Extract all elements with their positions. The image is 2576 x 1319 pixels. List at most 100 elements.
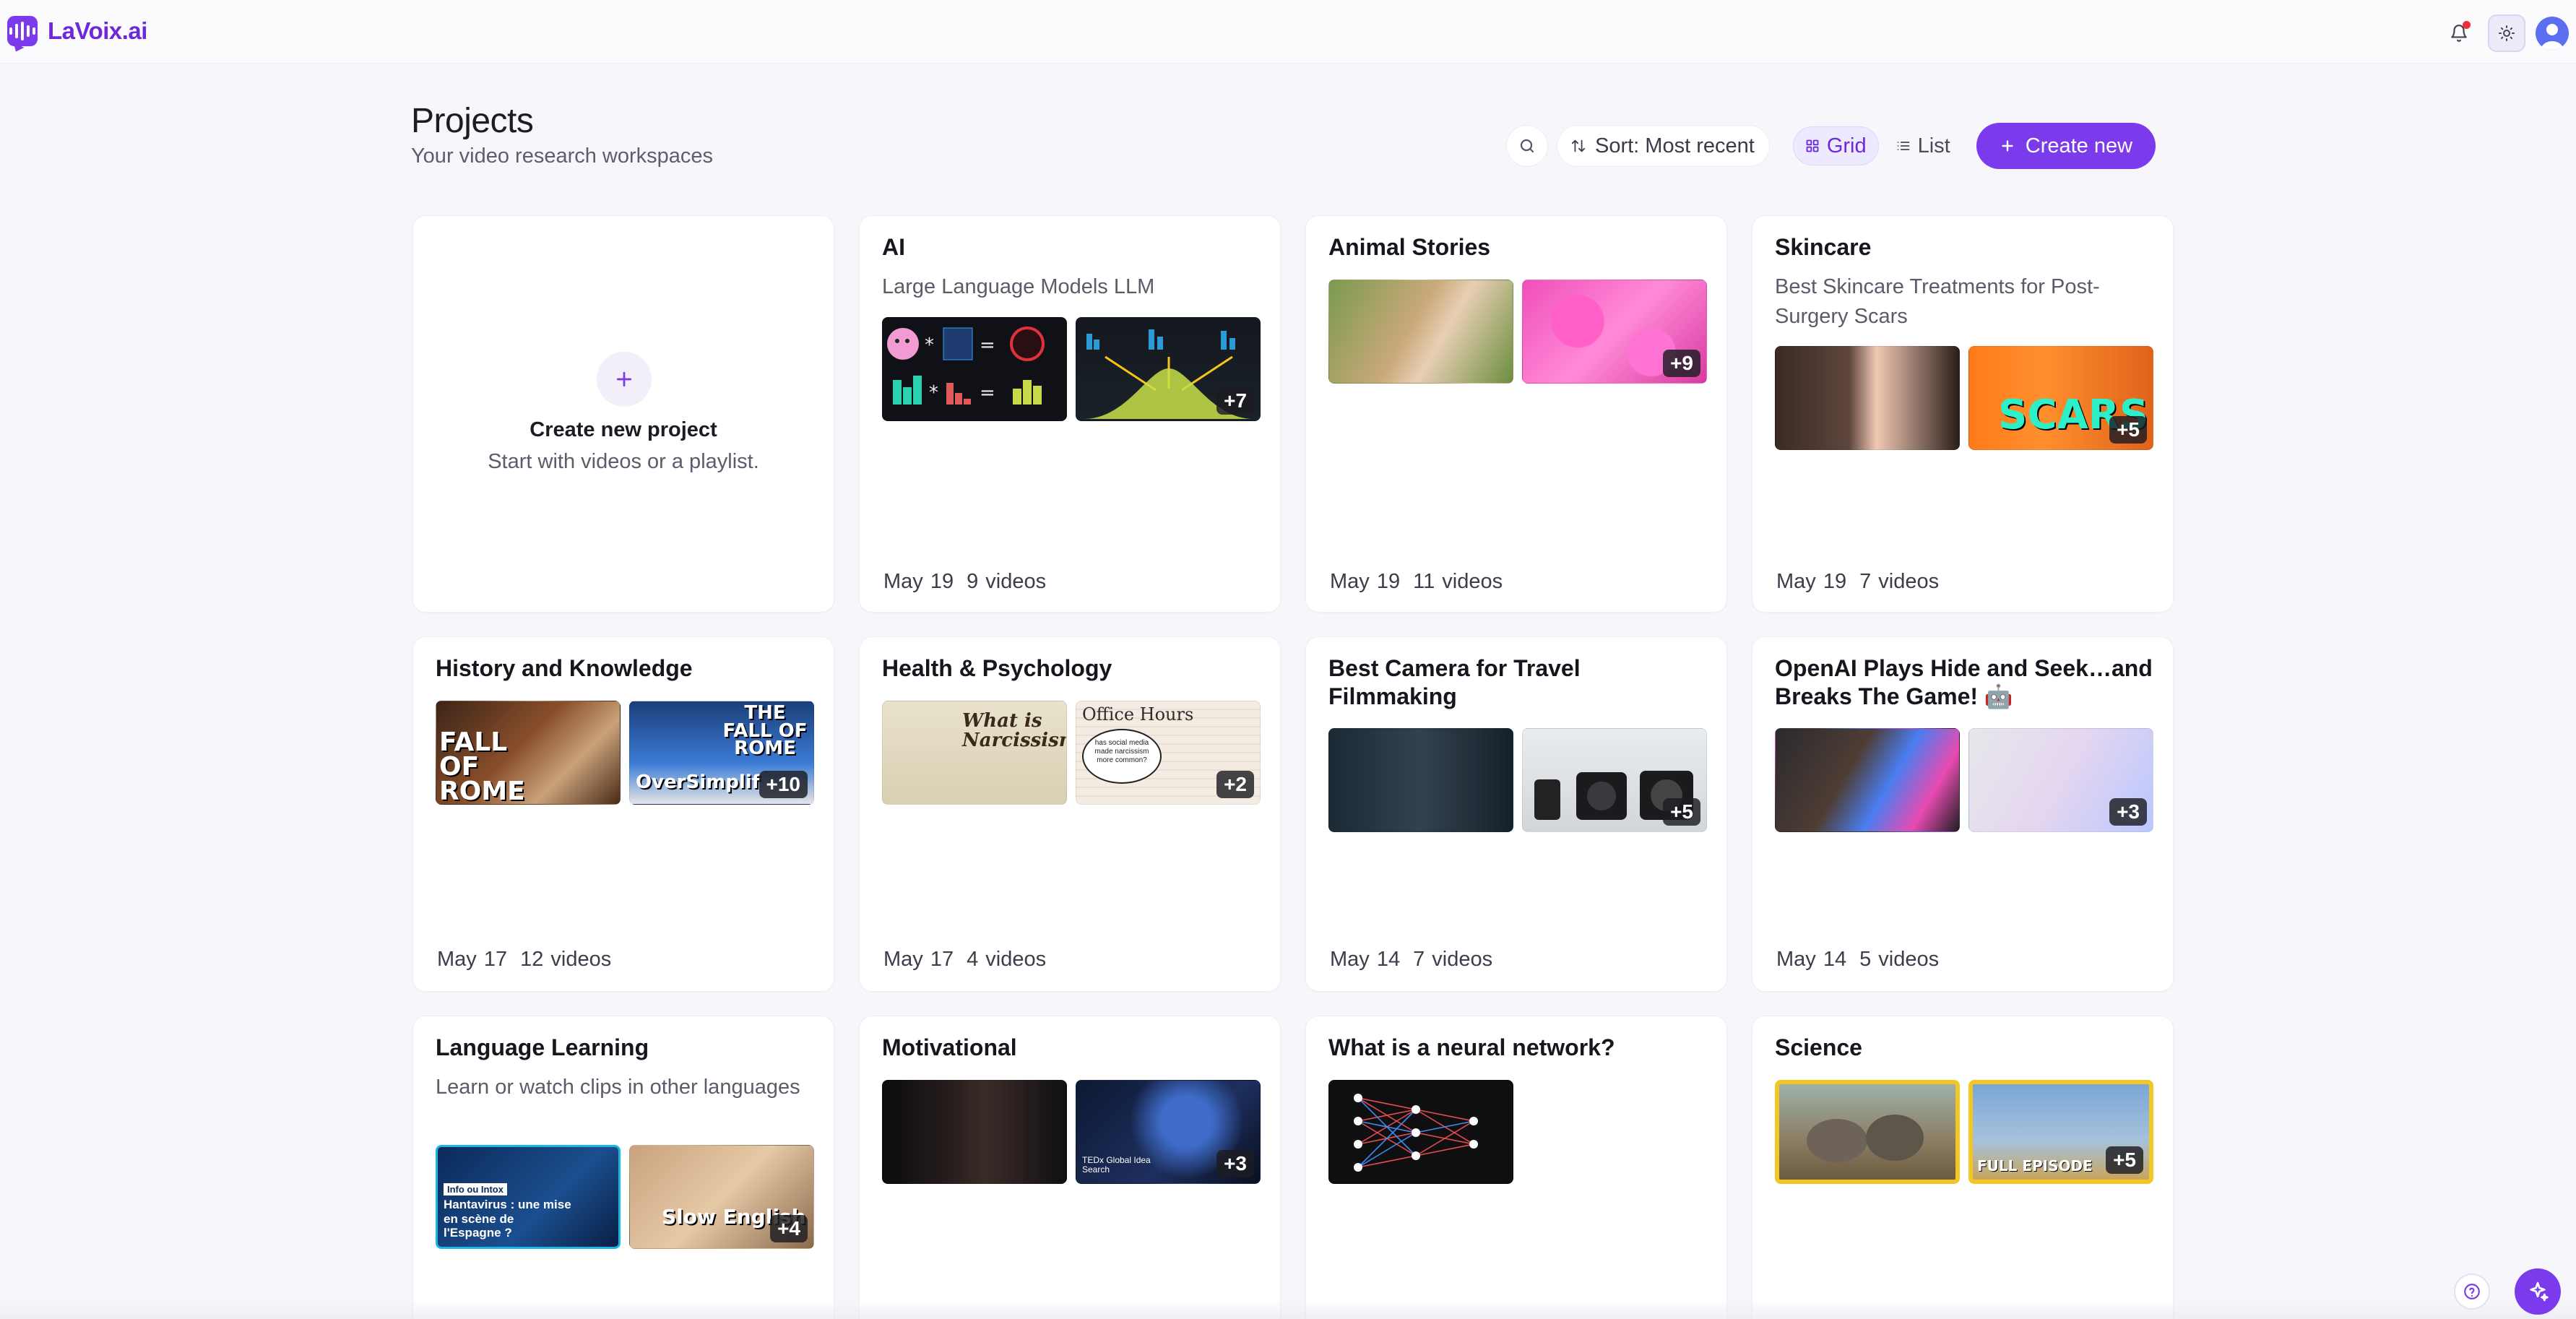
project-video-count: 7 videos (1859, 570, 1940, 593)
toolbar: Sort: Most recent Grid List Create new (1506, 123, 2156, 169)
project-card-health-psychology[interactable]: Health & Psychology What is Narcissism? … (859, 636, 1281, 992)
project-title: Health & Psychology (882, 655, 1112, 681)
project-card-language-learning[interactable]: Language Learning Learn or watch clips i… (412, 1016, 834, 1319)
video-thumbnail: +5 (1522, 728, 1707, 832)
thumbnail-text: TEDx Global Idea Search (1082, 1155, 1151, 1175)
video-thumbnail: FALL OF ROME (436, 701, 621, 805)
video-thumbnail: * = * = (882, 317, 1067, 421)
project-card-history-and-knowledge[interactable]: History and Knowledge FALL OF ROME THE F… (412, 636, 834, 992)
list-view-label: List (1917, 134, 1950, 157)
create-project-subtitle: Start with videos or a playlist. (488, 450, 759, 473)
project-card-openai-hide-seek[interactable]: OpenAI Plays Hide and Seek…and Breaks Th… (1752, 636, 2174, 992)
project-title: Science (1775, 1034, 1862, 1060)
video-thumbnail: TEDx Global Idea Search +3 (1076, 1080, 1261, 1184)
project-thumbnails: What is Narcissism? Office Hours has soc… (882, 701, 1261, 805)
project-meta: May 19 9 videos (883, 570, 1046, 594)
project-description: Best Skincare Treatments for Post-Surger… (1775, 275, 2100, 328)
project-meta: May 17 4 videos (883, 948, 1046, 972)
svg-text:*: * (929, 382, 938, 404)
project-card-science[interactable]: Science FULL EPISODE +5 (1752, 1016, 2174, 1319)
more-videos-badge: +3 (1216, 1150, 1254, 1177)
svg-text:=: = (980, 382, 995, 404)
thumbnail-text: FALL OF ROME (439, 727, 525, 805)
thumbnail-text: Hantavirus : une mise en scène de l'Espa… (444, 1198, 571, 1240)
top-bar: LaVoix.ai (0, 0, 2576, 64)
bottom-fade (0, 1300, 2576, 1319)
project-thumbnails: FALL OF ROME THE FALL OF ROME OverSimpli… (436, 701, 814, 805)
list-view-button[interactable]: List (1885, 126, 1962, 165)
project-thumbnails: * = * = +7 (882, 317, 1261, 421)
more-videos-badge: +5 (1663, 798, 1700, 826)
project-card-best-camera[interactable]: Best Camera for Travel Filmmaking +5 May… (1305, 636, 1727, 992)
project-card-ai[interactable]: AI Large Language Models LLM * = * = +7 … (859, 215, 1281, 613)
project-card-neural-network[interactable]: What is a neural network? (1305, 1016, 1727, 1319)
project-video-count: 12 videos (520, 948, 612, 971)
search-icon (1520, 139, 1534, 153)
project-card-motivational[interactable]: Motivational TEDx Global Idea Search +3 (859, 1016, 1281, 1319)
project-video-count: 7 videos (1413, 948, 1493, 971)
grid-icon (1806, 139, 1819, 152)
ai-assistant-button[interactable] (2515, 1268, 2561, 1315)
project-meta: May 17 12 videos (437, 948, 611, 972)
brand-name: LaVoix.ai (48, 17, 147, 44)
project-title: Animal Stories (1328, 234, 1491, 260)
video-thumbnail (1775, 346, 1960, 450)
project-thumbnails: FULL EPISODE +5 (1775, 1080, 2153, 1184)
project-date: May 19 (1776, 570, 1847, 593)
project-title: AI (882, 234, 905, 260)
project-thumbnails: TEDx Global Idea Search +3 (882, 1080, 1261, 1184)
thumbnail-text: has social media made narcissism more co… (1082, 729, 1162, 784)
grid-view-button[interactable]: Grid (1792, 126, 1879, 165)
video-thumbnail: SCARS +5 (1968, 346, 2153, 450)
project-date: May 14 (1776, 948, 1847, 971)
project-card-animal-stories[interactable]: Animal Stories +9 May 19 11 videos (1305, 215, 1727, 613)
video-thumbnail: THE FALL OF ROME OverSimplif +10 (629, 701, 814, 805)
thumbnail-text: OverSimplif (636, 771, 760, 793)
create-new-label: Create new (2025, 134, 2133, 157)
video-thumbnail (1775, 728, 1960, 832)
project-thumbnails: Info ou Intox Hantavirus : une mise en s… (436, 1145, 814, 1249)
project-date: May 17 (437, 948, 508, 971)
video-thumbnail: Office Hours has social media made narci… (1076, 701, 1261, 805)
thumbnail-text: THE FALL OF ROME (722, 702, 808, 760)
project-video-count: 4 videos (967, 948, 1047, 971)
brand[interactable]: LaVoix.ai (7, 13, 147, 49)
notifications-button[interactable] (2440, 14, 2478, 52)
project-title: Motivational (882, 1034, 1017, 1060)
sparkles-icon (2530, 1281, 2549, 1302)
video-thumbnail: +7 (1076, 317, 1261, 421)
video-thumbnail (1775, 1080, 1960, 1184)
more-videos-badge: +4 (770, 1215, 808, 1242)
search-button[interactable] (1506, 125, 1548, 167)
project-meta: May 19 7 videos (1776, 570, 1939, 594)
avatar[interactable] (2536, 17, 2569, 50)
more-videos-badge: +7 (1216, 387, 1254, 415)
svg-text:*: * (925, 334, 934, 356)
video-thumbnail: Slow English +4 (629, 1145, 814, 1249)
sort-dropdown[interactable]: Sort: Most recent (1557, 125, 1770, 167)
video-thumbnail: +9 (1522, 280, 1707, 384)
project-video-count: 5 videos (1859, 948, 1940, 971)
project-date: May 17 (883, 948, 954, 971)
create-new-button[interactable]: Create new (1976, 123, 2156, 169)
project-meta: May 14 5 videos (1776, 948, 1939, 972)
create-project-card[interactable]: Create new project Start with videos or … (412, 215, 834, 613)
video-thumbnail: FULL EPISODE +5 (1968, 1080, 2153, 1184)
project-thumbnails (1328, 1080, 1513, 1184)
help-button[interactable] (2454, 1273, 2490, 1310)
create-project-title: Create new project (530, 418, 717, 441)
project-meta: May 14 7 videos (1330, 948, 1492, 972)
video-thumbnail (882, 1080, 1067, 1184)
project-thumbnails: +9 (1328, 280, 1707, 384)
more-videos-badge: +10 (758, 771, 808, 798)
more-videos-badge: +2 (1216, 771, 1254, 798)
project-thumbnails: +5 (1328, 728, 1707, 832)
project-description: Large Language Models LLM (882, 275, 1155, 298)
project-grid: Create new project Start with videos or … (412, 215, 2175, 1319)
theme-toggle-button[interactable] (2488, 14, 2525, 52)
video-thumbnail: What is Narcissism? (882, 701, 1067, 805)
project-video-count: 9 videos (967, 570, 1047, 593)
project-card-skincare[interactable]: Skincare Best Skincare Treatments for Po… (1752, 215, 2174, 613)
sun-icon (2499, 25, 2515, 41)
project-title: Best Camera for Travel Filmmaking (1328, 655, 1581, 709)
